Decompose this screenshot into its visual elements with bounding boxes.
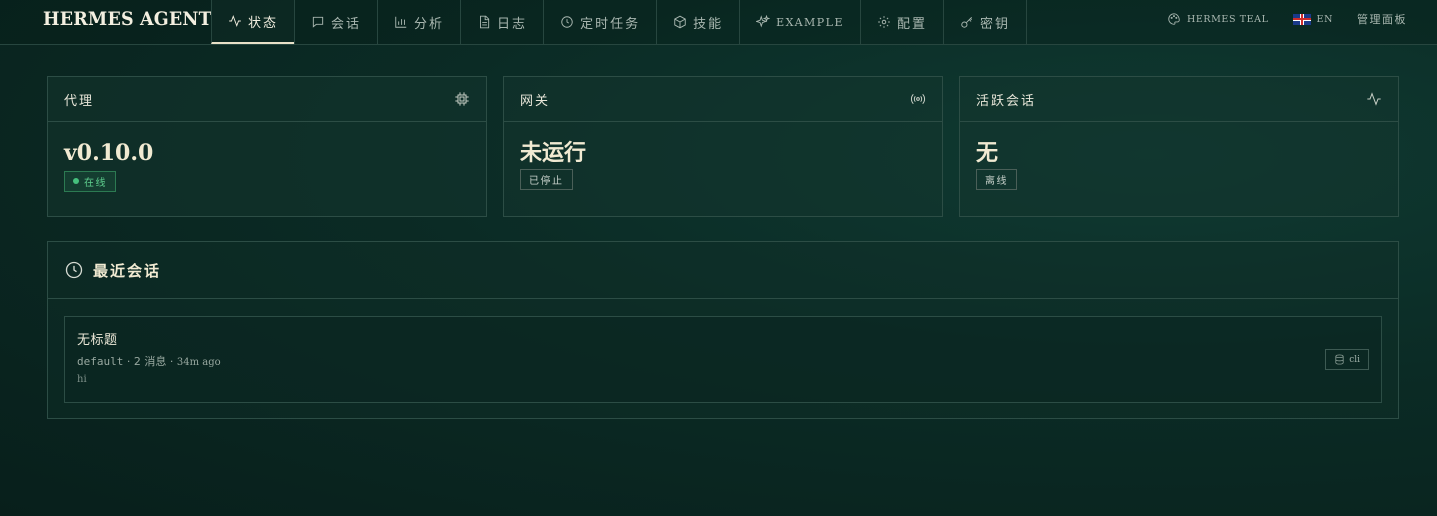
- language-switcher[interactable]: EN: [1292, 13, 1333, 25]
- bar-chart-icon: [394, 15, 408, 29]
- card-title: 代理: [64, 93, 95, 109]
- theme-label: HERMES TEAL: [1186, 13, 1269, 25]
- active-sessions-value: 无: [976, 140, 999, 166]
- radio-signal-icon: [911, 93, 925, 105]
- nav-item-skills[interactable]: 技能: [656, 0, 739, 44]
- recent-sessions-title: 最近会话: [93, 261, 162, 280]
- package-icon: [673, 15, 687, 29]
- nav-item-label: 分析: [414, 16, 445, 32]
- activity-icon: [228, 14, 242, 28]
- card-header: 网关: [504, 77, 942, 122]
- sparkles-icon: [756, 15, 771, 29]
- online-dot-icon: [73, 178, 79, 184]
- recent-sessions-header: 最近会话: [48, 242, 1398, 299]
- status-badge-label: 在线: [84, 177, 107, 189]
- palette-icon: [1168, 13, 1180, 25]
- key-icon: [960, 15, 974, 29]
- status-badge-label: 已停止: [529, 176, 564, 187]
- theme-switcher[interactable]: HERMES TEAL: [1167, 12, 1269, 26]
- nav-item-logs[interactable]: 日志: [460, 0, 543, 44]
- session-title: 无标题: [77, 333, 118, 348]
- nav-item-analytics[interactable]: 分析: [377, 0, 460, 44]
- language-label: EN: [1316, 13, 1333, 25]
- top-nav-bar: HERMES AGENT 状态 会话 分析 日志 定时任务 技能 EXAMPLE: [0, 0, 1437, 45]
- active-sessions-card: 活跃会话 无 离线: [959, 76, 1399, 217]
- database-icon: [1335, 354, 1344, 365]
- nav-item-label: 密钥: [980, 16, 1011, 32]
- status-badge: 已停止: [520, 169, 573, 190]
- session-time: 34m ago: [176, 357, 221, 368]
- agent-version: v0.10.0: [64, 140, 154, 166]
- clock-icon: [560, 15, 574, 29]
- cpu-icon: [455, 92, 469, 106]
- admin-panel-label: 管理面板: [1357, 13, 1407, 26]
- agent-card: 代理 v0.10.0 在线: [47, 76, 487, 217]
- nav-item-config[interactable]: 配置: [860, 0, 943, 44]
- nav-item-label: 会话: [331, 16, 362, 32]
- session-snippet: hi: [77, 374, 87, 385]
- status-badge: 在线: [64, 170, 116, 192]
- nav-item-label: 定时任务: [580, 16, 641, 32]
- status-badge: 离线: [976, 169, 1017, 190]
- card-header: 代理: [48, 77, 486, 122]
- session-source-badge[interactable]: cli: [1325, 349, 1369, 370]
- document-icon: [477, 15, 491, 29]
- nav-item-label: 日志: [497, 16, 528, 32]
- brand-logo[interactable]: HERMES AGENT: [43, 0, 212, 44]
- nav-item-label: 状态: [248, 15, 279, 31]
- gateway-card: 网关 未运行 已停止: [503, 76, 943, 217]
- session-source-label: cli: [1349, 354, 1360, 365]
- recent-sessions-panel: 最近会话 无标题 default · 2 消息 · 34m ago hi cli: [47, 241, 1399, 419]
- session-list-item[interactable]: 无标题 default · 2 消息 · 34m ago hi cli: [64, 316, 1382, 403]
- uk-flag-icon: [1292, 13, 1311, 25]
- nav-item-label: 配置: [897, 16, 928, 32]
- status-badge-label: 离线: [985, 176, 1008, 187]
- activity-icon: [1367, 92, 1381, 106]
- nav-item-label: 技能: [693, 16, 724, 32]
- nav-item-status[interactable]: 状态: [211, 0, 295, 44]
- card-header: 活跃会话: [960, 77, 1398, 122]
- nav-item-example[interactable]: EXAMPLE: [739, 0, 860, 44]
- session-profile: default: [77, 355, 124, 368]
- nav-item-label: EXAMPLE: [776, 15, 845, 29]
- chat-icon: [311, 15, 325, 29]
- main-nav: 状态 会话 分析 日志 定时任务 技能 EXAMPLE 配置 密钥: [211, 0, 1028, 44]
- gateway-state: 未运行: [520, 140, 587, 166]
- clock-icon: [65, 261, 83, 279]
- admin-panel-link[interactable]: 管理面板: [1357, 11, 1407, 27]
- nav-item-cron[interactable]: 定时任务: [543, 0, 656, 44]
- gear-icon: [877, 15, 891, 29]
- header-tools: HERMES TEAL EN 管理面板: [1167, 0, 1407, 38]
- nav-item-sessions[interactable]: 会话: [294, 0, 377, 44]
- card-title: 网关: [520, 93, 551, 109]
- session-meta: default · 2 消息 · 34m ago: [77, 353, 221, 369]
- session-message-count: · 2 消息 ·: [126, 355, 174, 368]
- nav-item-keys[interactable]: 密钥: [943, 0, 1028, 44]
- card-title: 活跃会话: [976, 93, 1037, 109]
